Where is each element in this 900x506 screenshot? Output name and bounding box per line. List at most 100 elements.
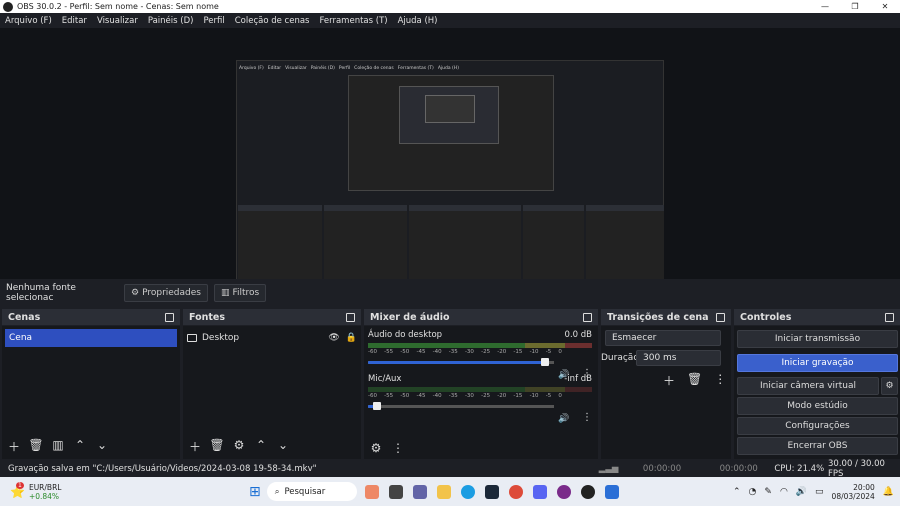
app-icon[interactable] [604,484,619,499]
discord-icon[interactable] [532,484,547,499]
settings-button[interactable]: Configurações [737,417,898,435]
steam-icon[interactable] [484,484,499,499]
rec-time: 00:00:00 [719,464,758,474]
teams-icon[interactable] [412,484,427,499]
more-icon[interactable]: ⋮ [582,412,592,423]
gear-icon[interactable]: ⚙ [231,438,247,455]
pen-icon[interactable]: ✎ [764,487,772,497]
tray-icon[interactable]: ◔ [749,487,757,497]
properties-button[interactable]: ⚙ Propriedades [124,284,208,302]
menu-file[interactable]: Arquivo (F) [5,16,52,26]
lock-icon[interactable]: 🔒 [346,333,357,343]
search-box[interactable]: ⌕ Pesquisar [266,482,357,501]
wifi-icon[interactable]: ◠ [780,487,788,497]
battery-icon[interactable]: ▭ [815,487,824,497]
chevron-up-icon[interactable]: ⌃ [733,487,741,497]
add-icon[interactable]: ＋ [187,438,203,455]
app-icon[interactable] [556,484,571,499]
cpu-usage: CPU: 21.4% [774,464,825,474]
more-icon[interactable]: ⋮ [714,372,726,389]
menu-profile[interactable]: Perfil [203,16,224,26]
volume-icon[interactable]: 🔊 [796,487,807,497]
menu-edit[interactable]: Editar [62,16,87,26]
add-icon[interactable]: ＋ [663,372,675,389]
popout-icon[interactable] [165,312,174,322]
filter-icon[interactable]: ▥ [50,438,66,455]
gear-icon[interactable]: ⚙ [368,441,384,455]
minimize-icon[interactable]: — [810,0,840,13]
chevron-up-icon[interactable]: ⌃ [253,438,269,455]
mixer-title: Mixer de áudio [370,311,450,323]
trash-icon[interactable]: 🗑 [209,438,225,455]
duration-label: Duração [601,353,639,363]
obs-taskbar-icon[interactable] [580,484,595,499]
menu-tools[interactable]: Ferramentas (T) [319,16,387,26]
app-icon[interactable] [364,484,379,499]
chrome-icon[interactable] [508,484,523,499]
folder-icon[interactable] [436,484,451,499]
windows-start-icon[interactable]: ⊞ [249,484,261,500]
trash-icon[interactable]: 🗑 [28,438,44,455]
studio-mode-button[interactable]: Modo estúdio [737,397,898,415]
menu-help[interactable]: Ajuda (H) [398,16,438,26]
edge-icon[interactable] [460,484,475,499]
menu-view[interactable]: Visualizar [97,16,138,26]
signal-icon: ▂▃▅ [598,464,619,474]
popout-icon[interactable] [346,312,355,322]
transition-select[interactable]: Esmaecer [605,330,721,346]
start-recording-button[interactable]: Iniciar gravação [737,354,898,372]
volume-slider[interactable] [368,357,562,367]
volume-meter [368,387,592,392]
trash-icon[interactable]: 🗑 [687,372,702,389]
speaker-icon[interactable]: 🔊 [558,414,569,424]
add-icon[interactable]: ＋ [6,438,22,455]
filters-button[interactable]: ▥ Filtros [213,284,267,302]
menu-docks[interactable]: Painéis (D) [148,16,194,26]
restore-icon[interactable]: ❐ [840,0,870,13]
volume-meter [368,343,592,348]
start-streaming-button[interactable]: Iniciar transmissão [737,330,898,348]
chevron-down-icon[interactable]: ⌄ [94,438,110,455]
scene-item[interactable]: Cena [5,329,177,347]
monitor-icon [187,334,197,342]
source-label: Desktop [202,333,240,343]
virtual-camera-settings-button[interactable]: ⚙ [881,377,898,395]
title-bar: OBS 30.0.2 - Perfil: Sem nome - Cenas: S… [0,0,900,13]
filter-icon: ▥ [220,288,230,298]
eye-icon[interactable]: 👁 [328,333,339,343]
scenes-dock: Cenas Cena ＋ 🗑 ▥ ⌃ ⌄ [2,309,180,459]
obs-window: OBS 30.0.2 - Perfil: Sem nome - Cenas: S… [0,0,900,506]
controls-dock: Controles Iniciar transmissão Iniciar gr… [734,309,900,459]
preview-area[interactable]: Arquivo (F) Editar Visualizar Painéis (D) Pe… [0,28,900,302]
status-message: Gravação salva em "C:/Users/Usuário/Vide… [8,464,317,474]
search-icon: ⌕ [274,486,280,497]
preview-mini-menu: Arquivo (F) Editar Visualizar Painéis (D) Pe… [239,66,459,71]
volume-slider[interactable] [368,401,562,411]
windows-taskbar: ⭐ 1 EUR/BRL +0.84% ⊞ ⌕ Pesquisar ⌃ ◔ ✎ ◠ 🔊… [0,477,900,506]
start-virtual-camera-button[interactable]: Iniciar câmera virtual [737,377,879,395]
duration-input[interactable]: 300 ms [636,350,721,366]
sources-title: Fontes [189,311,226,323]
chevron-down-icon[interactable]: ⌄ [275,438,291,455]
scenes-title: Cenas [8,311,41,323]
chevron-up-icon[interactable]: ⌃ [72,438,88,455]
notification-icon[interactable]: 🔔 [883,487,894,497]
source-item[interactable]: Desktop 👁 🔒 [187,330,357,346]
obs-logo-icon [3,1,13,12]
menu-scene-collection[interactable]: Coleção de cenas [235,16,310,26]
no-source-label: Nenhuma fonte selecionac [6,283,76,303]
mixer-dock: Mixer de áudio Áudio do desktop 0.0 dB -6… [364,309,598,459]
ticker-change: +0.84% [28,491,60,501]
exit-button[interactable]: Encerrar OBS [737,437,898,455]
ticker-name: EUR/BRL [28,482,62,492]
popout-icon[interactable] [583,312,592,322]
task-view-icon[interactable] [388,484,403,499]
weather-icon[interactable]: ⭐ 1 [10,481,25,499]
close-icon[interactable]: ✕ [870,0,900,13]
popout-icon[interactable] [885,312,894,322]
clock-date[interactable]: 08/03/2024 [832,492,875,501]
mixer-channel-desktop: Áudio do desktop 0.0 dB -60 -55 -50 -45 -40 -3… [368,330,592,380]
popout-icon[interactable] [716,312,725,322]
more-icon[interactable]: ⋮ [390,441,406,455]
clock-time[interactable]: 20:00 [832,483,875,492]
